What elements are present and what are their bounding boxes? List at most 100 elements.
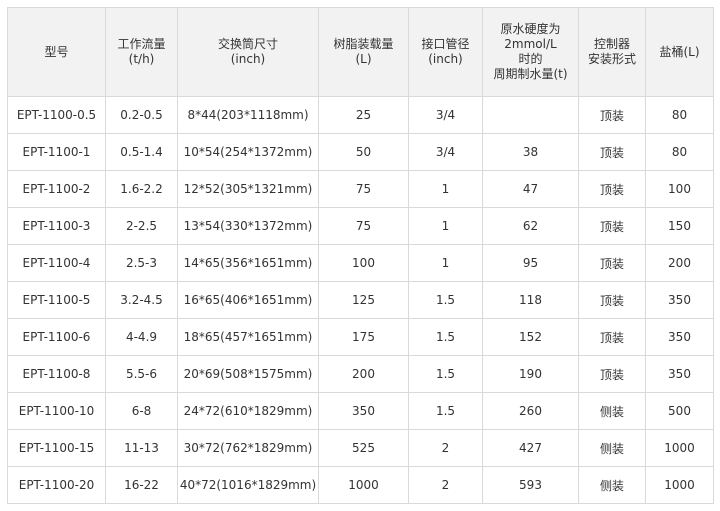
cell-brine-tank: 200: [645, 244, 714, 282]
cell-cycle-output: 190: [482, 355, 579, 393]
cell-resin-volume: 25: [318, 96, 409, 134]
cell-model: EPT-1100-1: [7, 133, 106, 171]
cell-flow-rate: 6-8: [105, 392, 178, 430]
cell-flow-rate: 2.5-3: [105, 244, 178, 282]
cell-tank-size: 20*69(508*1575mm): [177, 355, 319, 393]
cell-cycle-output: 95: [482, 244, 579, 282]
cell-cycle-output: 47: [482, 170, 579, 208]
cell-pipe-diameter: 1: [408, 170, 483, 208]
cell-model: EPT-1100-4: [7, 244, 106, 282]
cell-model: EPT-1100-10: [7, 392, 106, 430]
cell-controller-mount: 顶装: [578, 281, 646, 319]
cell-pipe-diameter: 1.5: [408, 318, 483, 356]
cell-resin-volume: 50: [318, 133, 409, 171]
table-row: EPT-1100-1 0.5-1.4 10*54(254*1372mm) 50 3/4 3…: [7, 133, 714, 171]
cell-flow-rate: 2-2.5: [105, 207, 178, 245]
cell-brine-tank: 150: [645, 207, 714, 245]
cell-resin-volume: 175: [318, 318, 409, 356]
cell-model: EPT-1100-6: [7, 318, 106, 356]
cell-tank-size: 24*72(610*1829mm): [177, 392, 319, 430]
cell-controller-mount: 顶装: [578, 170, 646, 208]
product-spec-table: 型号 工作流量 (t/h) 交换筒尺寸 (inch) 树脂装载量 (L) 接口管径 (inch)…: [7, 7, 714, 504]
cell-pipe-diameter: 1.5: [408, 392, 483, 430]
cell-tank-size: 30*72(762*1829mm): [177, 429, 319, 467]
table-row: EPT-1100-0.5 0.2-0.5 8*44(203*1118mm) 25 3/4…: [7, 96, 714, 134]
cell-tank-size: 14*65(356*1651mm): [177, 244, 319, 282]
cell-cycle-output: 260: [482, 392, 579, 430]
cell-resin-volume: 100: [318, 244, 409, 282]
cell-tank-size: 8*44(203*1118mm): [177, 96, 319, 134]
table-row: EPT-1100-8 5.5-6 20*69(508*1575mm) 200 1.5 19…: [7, 355, 714, 393]
cell-controller-mount: 顶装: [578, 244, 646, 282]
header-cycle-output: 原水硬度为 2mmol/L 时的 周期制水量(t): [482, 7, 579, 97]
cell-controller-mount: 顶装: [578, 133, 646, 171]
cell-tank-size: 13*54(330*1372mm): [177, 207, 319, 245]
cell-model: EPT-1100-0.5: [7, 96, 106, 134]
cell-tank-size: 40*72(1016*1829mm): [177, 466, 319, 504]
cell-tank-size: 16*65(406*1651mm): [177, 281, 319, 319]
cell-brine-tank: 1000: [645, 466, 714, 504]
cell-controller-mount: 侧装: [578, 466, 646, 504]
cell-controller-mount: 侧装: [578, 392, 646, 430]
header-line: 控制器: [593, 37, 630, 51]
header-resin-volume: 树脂装载量 (L): [318, 7, 409, 97]
table-row: EPT-1100-15 11-13 30*72(762*1829mm) 525 2 427…: [7, 429, 714, 467]
header-line: 接口管径: [421, 37, 470, 51]
table-row: EPT-1100-10 6-8 24*72(610*1829mm) 350 1.5 260…: [7, 392, 714, 430]
cell-flow-rate: 5.5-6: [105, 355, 178, 393]
table-row: EPT-1100-2 1.6-2.2 12*52(305*1321mm) 75 1 47 顶…: [7, 170, 714, 208]
cell-controller-mount: 顶装: [578, 207, 646, 245]
cell-model: EPT-1100-8: [7, 355, 106, 393]
cell-resin-volume: 125: [318, 281, 409, 319]
table-row: EPT-1100-4 2.5-3 14*65(356*1651mm) 100 1 95 顶装…: [7, 244, 714, 282]
cell-flow-rate: 1.6-2.2: [105, 170, 178, 208]
cell-cycle-output: 62: [482, 207, 579, 245]
header-line: 周期制水量(t): [493, 67, 568, 81]
table-body: EPT-1100-0.5 0.2-0.5 8*44(203*1118mm) 25 3/4…: [7, 96, 714, 504]
header-line: 工作流量: [117, 37, 166, 51]
cell-resin-volume: 75: [318, 170, 409, 208]
cell-brine-tank: 500: [645, 392, 714, 430]
cell-pipe-diameter: 1: [408, 244, 483, 282]
header-line: 盐桶(L): [659, 44, 700, 59]
cell-resin-volume: 200: [318, 355, 409, 393]
cell-pipe-diameter: 1.5: [408, 355, 483, 393]
cell-brine-tank: 80: [645, 96, 714, 134]
cell-pipe-diameter: 1: [408, 207, 483, 245]
header-tank-size: 交换筒尺寸 (inch): [177, 7, 319, 97]
header-row: 型号 工作流量 (t/h) 交换筒尺寸 (inch) 树脂装载量 (L) 接口管径 (inch)…: [7, 7, 714, 97]
cell-flow-rate: 0.5-1.4: [105, 133, 178, 171]
cell-brine-tank: 100: [645, 170, 714, 208]
cell-controller-mount: 侧装: [578, 429, 646, 467]
cell-pipe-diameter: 3/4: [408, 96, 483, 134]
cell-tank-size: 10*54(254*1372mm): [177, 133, 319, 171]
header-line: 原水硬度为: [500, 22, 561, 36]
cell-controller-mount: 顶装: [578, 355, 646, 393]
cell-flow-rate: 3.2-4.5: [105, 281, 178, 319]
table-header: 型号 工作流量 (t/h) 交换筒尺寸 (inch) 树脂装载量 (L) 接口管径 (inch)…: [7, 7, 714, 97]
cell-tank-size: 12*52(305*1321mm): [177, 170, 319, 208]
header-controller-mount: 控制器 安装形式: [578, 7, 646, 97]
cell-resin-volume: 350: [318, 392, 409, 430]
cell-resin-volume: 1000: [318, 466, 409, 504]
header-brine-tank: 盐桶(L): [645, 7, 714, 97]
cell-cycle-output: 38: [482, 133, 579, 171]
cell-model: EPT-1100-2: [7, 170, 106, 208]
cell-model: EPT-1100-3: [7, 207, 106, 245]
cell-cycle-output: [482, 96, 579, 134]
header-line: 安装形式: [587, 52, 636, 66]
cell-cycle-output: 427: [482, 429, 579, 467]
cell-cycle-output: 118: [482, 281, 579, 319]
cell-tank-size: 18*65(457*1651mm): [177, 318, 319, 356]
header-pipe-diameter: 接口管径 (inch): [408, 7, 483, 97]
header-line: (inch): [428, 52, 463, 66]
table-row: EPT-1100-6 4-4.9 18*65(457*1651mm) 175 1.5 15…: [7, 318, 714, 356]
cell-model: EPT-1100-20: [7, 466, 106, 504]
cell-flow-rate: 11-13: [105, 429, 178, 467]
header-line: (L): [355, 52, 372, 66]
cell-controller-mount: 顶装: [578, 318, 646, 356]
cell-brine-tank: 350: [645, 355, 714, 393]
header-line: 型号: [44, 44, 69, 59]
table-row: EPT-1100-20 16-22 40*72(1016*1829mm) 1000 2 5…: [7, 466, 714, 504]
header-line: (t/h): [128, 52, 155, 66]
